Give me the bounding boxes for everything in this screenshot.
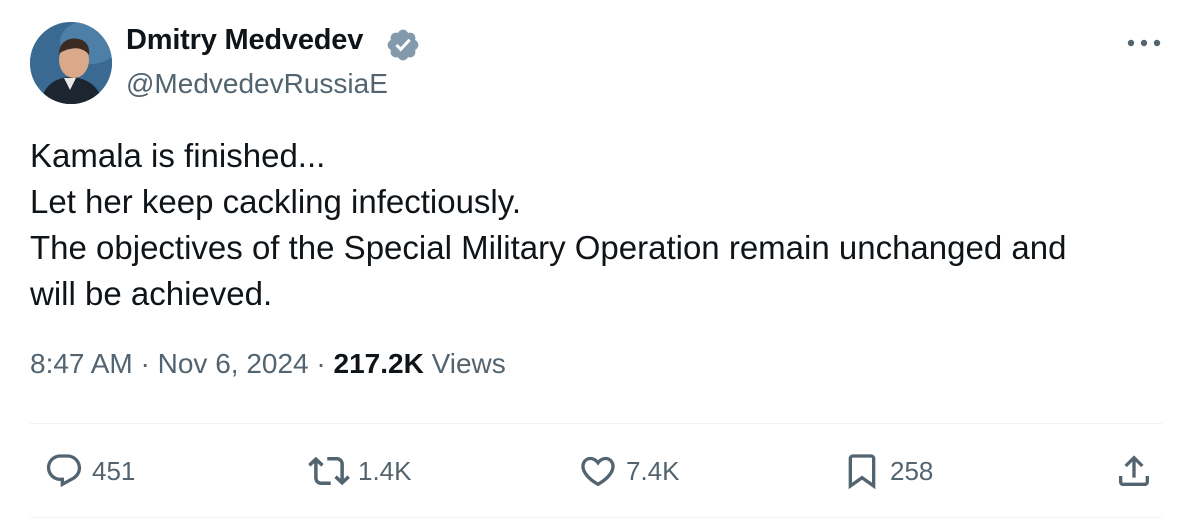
share-button[interactable] [1114,449,1154,493]
more-options-icon[interactable] [1122,28,1166,58]
tweet-text-line: will be achieved. [30,275,273,312]
bookmark-icon [848,454,876,490]
tweet-time[interactable]: 8:47 AM [30,348,133,379]
repost-icon [308,456,350,486]
verified-badge-icon [385,27,421,63]
repost-button[interactable]: 1.4K [308,449,412,493]
tweet-card: Dmitry Medvedev @MedvedevRussiaE Kamala … [0,0,1200,529]
views-label: Views [431,348,506,379]
reply-count: 451 [92,455,136,486]
bookmark-button[interactable]: 258 [842,449,933,493]
heart-icon [581,456,615,487]
author-name[interactable]: Dmitry Medvedev [126,24,363,57]
bookmark-count: 258 [890,455,934,486]
profile-photo-icon [30,22,112,104]
reply-button[interactable]: 451 [44,449,135,493]
tweet-text-line: The objectives of the Special Military O… [30,229,1067,266]
tweet-date[interactable]: Nov 6, 2024 [158,348,309,379]
tweet-text-line: Let her keep cackling infectiously. [30,183,521,220]
divider [30,517,1162,518]
share-icon [1119,455,1149,486]
views-count[interactable]: 217.2K [334,348,424,379]
meta-separator: · [316,348,326,379]
repost-count: 1.4K [358,455,412,486]
like-count: 7.4K [626,455,680,486]
tweet-text-line: Kamala is finished... [30,137,326,174]
like-button[interactable]: 7.4K [578,449,680,493]
meta-separator: · [140,348,150,379]
divider [30,423,1162,424]
tweet-meta: 8:47 AM · Nov 6, 2024 · 217.2K Views [30,348,506,380]
reply-icon [46,454,82,488]
avatar[interactable] [30,22,112,104]
tweet-text: Kamala is finished... Let her keep cackl… [30,133,1180,317]
author-handle[interactable]: @MedvedevRussiaE [126,68,388,100]
